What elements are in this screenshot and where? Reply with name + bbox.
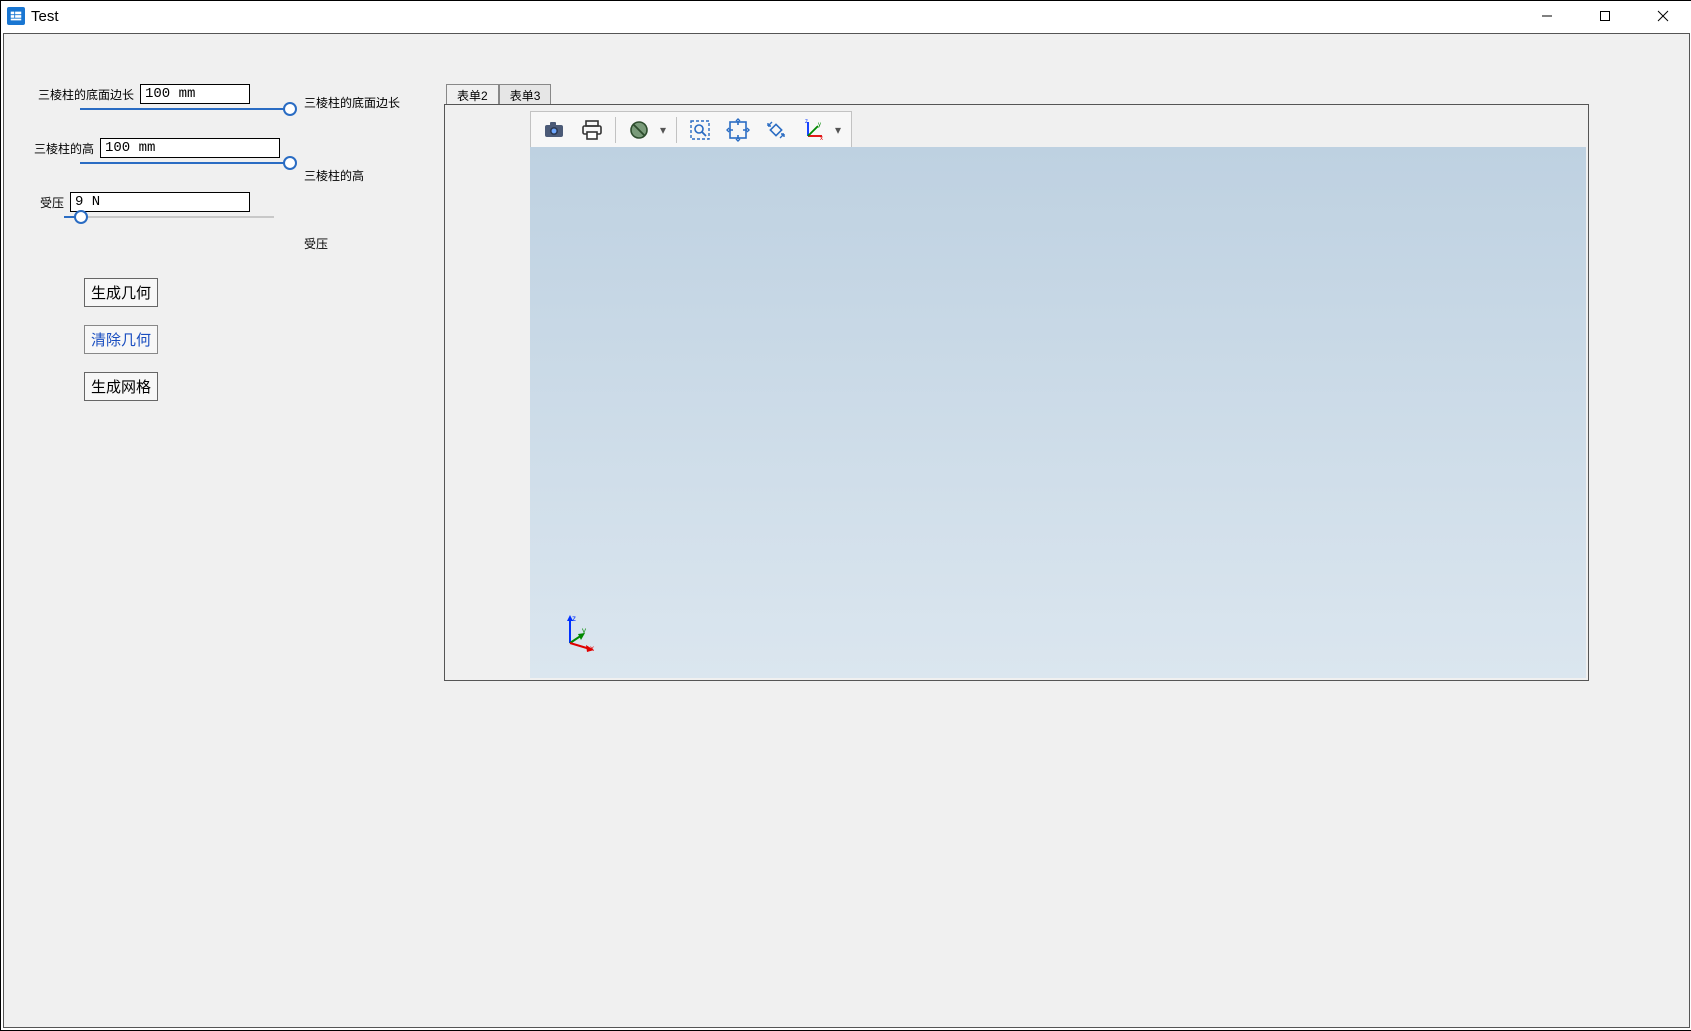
graphics-panel: 表单2 表单3 ▾	[444, 34, 1689, 1027]
camera-icon[interactable]	[535, 114, 573, 146]
tab-strip: 表单2 表单3	[446, 84, 1589, 104]
zoom-box-icon[interactable]	[681, 114, 719, 146]
toolbar-separator	[615, 117, 616, 143]
slider-thumb[interactable]	[283, 156, 297, 170]
generate-geometry-button[interactable]: 生成几何	[84, 278, 158, 307]
axis-triad-icon: z y x	[560, 613, 600, 653]
no-entry-icon[interactable]	[620, 114, 658, 146]
toolbar-separator	[676, 117, 677, 143]
param-label-height: 三棱柱的高	[34, 140, 100, 157]
graphics-toolbar: ▾ z x y	[530, 111, 852, 149]
side-label-edge: 三棱柱的底面边长	[304, 84, 400, 157]
printer-icon[interactable]	[573, 114, 611, 146]
svg-text:x: x	[820, 136, 823, 142]
app-icon	[7, 7, 25, 25]
param-input-height[interactable]	[100, 138, 280, 158]
svg-text:y: y	[818, 122, 821, 128]
tab-form3[interactable]: 表单3	[499, 84, 552, 104]
svg-text:z: z	[572, 614, 576, 623]
rotate-icon[interactable]	[757, 114, 795, 146]
svg-text:x: x	[590, 644, 594, 653]
slider-thumb[interactable]	[283, 102, 297, 116]
svg-text:z: z	[805, 119, 808, 125]
param-input-edge[interactable]	[140, 84, 250, 104]
graphics-frame: ▾ z x y	[444, 104, 1589, 681]
slider-track	[80, 162, 290, 164]
param-input-press[interactable]	[70, 192, 250, 212]
slider-thumb[interactable]	[74, 210, 88, 224]
labels-column: 三棱柱的底面边长 三棱柱的高 受压	[304, 84, 400, 280]
clear-geometry-button[interactable]: 清除几何	[84, 325, 158, 354]
slider-track	[64, 216, 274, 218]
window-controls	[1518, 1, 1691, 31]
side-label-press: 受压	[304, 230, 400, 280]
tab-form2[interactable]: 表单2	[446, 84, 499, 104]
slider-track	[80, 108, 290, 110]
window-title: Test	[31, 8, 59, 25]
param-label-press: 受压	[34, 194, 70, 211]
chevron-down-icon[interactable]: ▾	[833, 123, 843, 137]
chevron-down-icon[interactable]: ▾	[658, 123, 668, 137]
zoom-extents-icon[interactable]	[719, 114, 757, 146]
titlebar-left: Test	[7, 7, 59, 25]
minimize-button[interactable]	[1518, 1, 1576, 31]
graphics-canvas[interactable]: z y x	[530, 147, 1586, 678]
side-label-height: 三棱柱的高	[304, 157, 400, 230]
axes-icon[interactable]: z x y	[795, 114, 833, 146]
maximize-button[interactable]	[1576, 1, 1634, 31]
generate-mesh-button[interactable]: 生成网格	[84, 372, 158, 401]
client-area: 三棱柱的底面边长 三棱柱的高 受压	[3, 33, 1690, 1028]
titlebar: Test	[1, 1, 1691, 31]
param-label-edge: 三棱柱的底面边长	[34, 86, 140, 103]
app-window: Test 三棱柱的底面边长 三棱柱的高	[0, 0, 1691, 1031]
svg-text:y: y	[582, 626, 586, 635]
action-buttons: 生成几何 清除几何 生成网格	[84, 278, 414, 401]
close-button[interactable]	[1634, 1, 1691, 31]
